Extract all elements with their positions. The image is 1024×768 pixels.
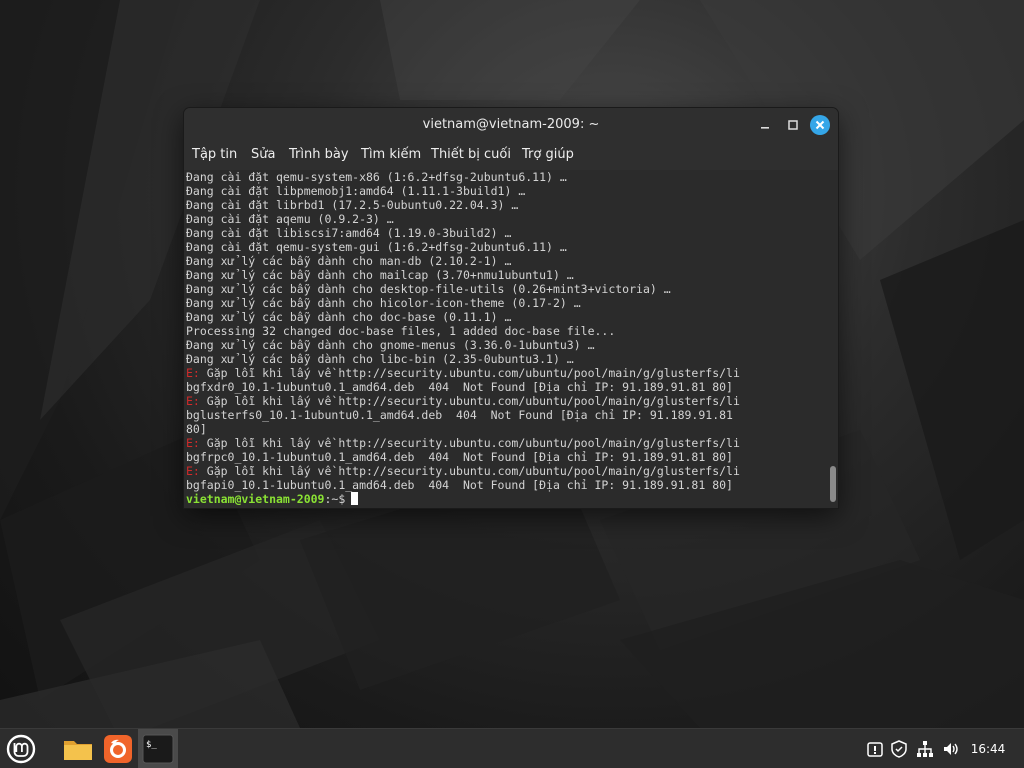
- line-text: bgfapi0_10.1-1ubuntu0.1_amd64.deb 404 No…: [186, 478, 733, 492]
- terminal-line: Đang xử lý các bẫy dành cho gnome-menus …: [186, 338, 826, 352]
- terminal-line: Đang cài đặt qemu-system-x86 (1:6.2+dfsg…: [186, 170, 826, 184]
- svg-text:$_: $_: [146, 740, 157, 750]
- volume-tray[interactable]: [942, 740, 960, 758]
- terminal-line: Đang xử lý các bẫy dành cho hicolor-icon…: [186, 296, 826, 310]
- update-manager-tray[interactable]: [866, 740, 884, 758]
- line-text: Đang xử lý các bẫy dành cho mailcap (3.7…: [186, 268, 574, 282]
- terminal-window[interactable]: vietnam@vietnam-2009: ~ Tập tin Sửa Trìn…: [184, 108, 838, 508]
- menu-bar: Tập tin Sửa Trình bày Tìm kiếm Thiết bị …: [184, 142, 838, 170]
- line-text: Đang xử lý các bẫy dành cho doc-base (0.…: [186, 310, 512, 324]
- menu-help[interactable]: Trợ giúp: [522, 142, 574, 170]
- error-prefix: E:: [186, 366, 200, 380]
- taskbar: $_ 16:44: [0, 728, 1024, 768]
- line-text: Đang xử lý các bẫy dành cho hicolor-icon…: [186, 296, 581, 310]
- prompt-path: :~$: [324, 492, 346, 506]
- line-text: bgfxdr0_10.1-1ubuntu0.1_amd64.deb 404 No…: [186, 380, 733, 394]
- terminal-line: Đang xử lý các bẫy dành cho doc-base (0.…: [186, 310, 826, 324]
- line-text: Gặp lỗi khi lấy về http://security.ubunt…: [199, 436, 740, 450]
- menu-search[interactable]: Tìm kiếm: [361, 142, 421, 170]
- folder-icon: [64, 741, 92, 760]
- prompt-user-host: vietnam@vietnam-2009: [186, 492, 325, 506]
- terminal-line: Đang xử lý các bẫy dành cho libc-bin (2.…: [186, 352, 826, 366]
- line-text: Gặp lỗi khi lấy về http://security.ubunt…: [199, 464, 740, 478]
- terminal-lines: Đang cài đặt qemu-system-x86 (1:6.2+dfsg…: [186, 170, 826, 506]
- terminal-icon: $_: [142, 734, 174, 764]
- clock[interactable]: 16:44: [968, 729, 1008, 768]
- network-icon: [917, 741, 933, 757]
- error-prefix: E:: [186, 394, 200, 408]
- menu-edit[interactable]: Sửa: [251, 142, 275, 170]
- menu-terminal[interactable]: Thiết bị cuối: [431, 142, 511, 170]
- line-text: Đang cài đặt aqemu (0.9.2-3) …: [186, 212, 394, 226]
- terminal-line: Đang cài đặt libpmemobj1:amd64 (1.11.1-3…: [186, 184, 826, 198]
- terminal-line: Đang xử lý các bẫy dành cho mailcap (3.7…: [186, 268, 826, 282]
- terminal-line: bglusterfs0_10.1-1ubuntu0.1_amd64.deb 40…: [186, 408, 826, 422]
- terminal-error-line: E: Gặp lỗi khi lấy về http://security.ub…: [186, 394, 826, 408]
- terminal-line: bgfrpc0_10.1-1ubuntu0.1_amd64.deb 404 No…: [186, 450, 826, 464]
- line-text: Đang cài đặt libpmemobj1:amd64 (1.11.1-3…: [186, 184, 526, 198]
- desktop: vietnam@vietnam-2009: ~ Tập tin Sửa Trìn…: [0, 0, 1024, 768]
- line-text: Đang cài đặt libiscsi7:amd64 (1.19.0-3bu…: [186, 226, 512, 240]
- terminal-line: Đang cài đặt qemu-system-gui (1:6.2+dfsg…: [186, 240, 826, 254]
- line-text: 80]: [186, 422, 207, 436]
- scrollbar-thumb[interactable]: [830, 466, 836, 502]
- terminal-line: Processing 32 changed doc-base files, 1 …: [186, 324, 826, 338]
- minimize-button[interactable]: [756, 116, 774, 134]
- line-text: Gặp lỗi khi lấy về http://security.ubunt…: [199, 366, 740, 380]
- line-text: Đang xử lý các bẫy dành cho man-db (2.10…: [186, 254, 512, 268]
- close-button[interactable]: [810, 115, 830, 135]
- terminal-line: Đang xử lý các bẫy dành cho desktop-file…: [186, 282, 826, 296]
- error-prefix: E:: [186, 436, 200, 450]
- close-icon: [815, 120, 825, 130]
- terminal-button[interactable]: $_: [138, 729, 178, 768]
- terminal-error-line: E: Gặp lỗi khi lấy về http://security.ub…: [186, 464, 826, 478]
- shield-icon: [891, 740, 907, 758]
- firefox-button[interactable]: [102, 733, 134, 765]
- menu-view[interactable]: Trình bày: [289, 142, 349, 170]
- line-text: Đang cài đặt qemu-system-x86 (1:6.2+dfsg…: [186, 170, 567, 184]
- terminal-line: bgfxdr0_10.1-1ubuntu0.1_amd64.deb 404 No…: [186, 380, 826, 394]
- text-cursor: [351, 492, 359, 505]
- line-text: Đang xử lý các bẫy dành cho gnome-menus …: [186, 338, 595, 352]
- files-button[interactable]: [62, 733, 94, 765]
- line-text: Đang cài đặt librbd1 (17.2.5-0ubuntu0.22…: [186, 198, 519, 212]
- terminal-line: Đang cài đặt libiscsi7:amd64 (1.19.0-3bu…: [186, 226, 826, 240]
- line-text: Processing 32 changed doc-base files, 1 …: [186, 324, 616, 338]
- line-text: bglusterfs0_10.1-1ubuntu0.1_amd64.deb 40…: [186, 408, 733, 422]
- line-text: Đang xử lý các bẫy dành cho libc-bin (2.…: [186, 352, 574, 366]
- firefox-icon: [104, 735, 132, 763]
- minimize-icon: [761, 127, 769, 129]
- line-text: Đang cài đặt qemu-system-gui (1:6.2+dfsg…: [186, 240, 567, 254]
- mint-menu-button[interactable]: [5, 733, 37, 765]
- terminal-line: Đang xử lý các bẫy dành cho man-db (2.10…: [186, 254, 826, 268]
- volume-icon: [944, 743, 958, 755]
- line-text: bgfrpc0_10.1-1ubuntu0.1_amd64.deb 404 No…: [186, 450, 733, 464]
- terminal-line: 80]: [186, 422, 826, 436]
- update-manager-icon: [867, 742, 883, 757]
- menu-file[interactable]: Tập tin: [192, 142, 237, 170]
- terminal-line: Đang cài đặt librbd1 (17.2.5-0ubuntu0.22…: [186, 198, 826, 212]
- maximize-button[interactable]: [784, 116, 802, 134]
- firewall-tray[interactable]: [890, 740, 908, 758]
- maximize-icon: [788, 120, 798, 130]
- network-tray[interactable]: [916, 740, 934, 758]
- line-text: Gặp lỗi khi lấy về http://security.ubunt…: [199, 394, 740, 408]
- title-bar[interactable]: vietnam@vietnam-2009: ~: [184, 108, 838, 142]
- error-prefix: E:: [186, 464, 200, 478]
- prompt-line[interactable]: vietnam@vietnam-2009:~$: [186, 492, 826, 506]
- line-text: Đang xử lý các bẫy dành cho desktop-file…: [186, 282, 671, 296]
- terminal-line: bgfapi0_10.1-1ubuntu0.1_amd64.deb 404 No…: [186, 478, 826, 492]
- terminal-output[interactable]: Đang cài đặt qemu-system-x86 (1:6.2+dfsg…: [184, 170, 838, 508]
- window-title: vietnam@vietnam-2009: ~: [422, 117, 600, 132]
- terminal-error-line: E: Gặp lỗi khi lấy về http://security.ub…: [186, 366, 826, 380]
- mint-menu-icon: [6, 734, 36, 764]
- terminal-line: Đang cài đặt aqemu (0.9.2-3) …: [186, 212, 826, 226]
- terminal-error-line: E: Gặp lỗi khi lấy về http://security.ub…: [186, 436, 826, 450]
